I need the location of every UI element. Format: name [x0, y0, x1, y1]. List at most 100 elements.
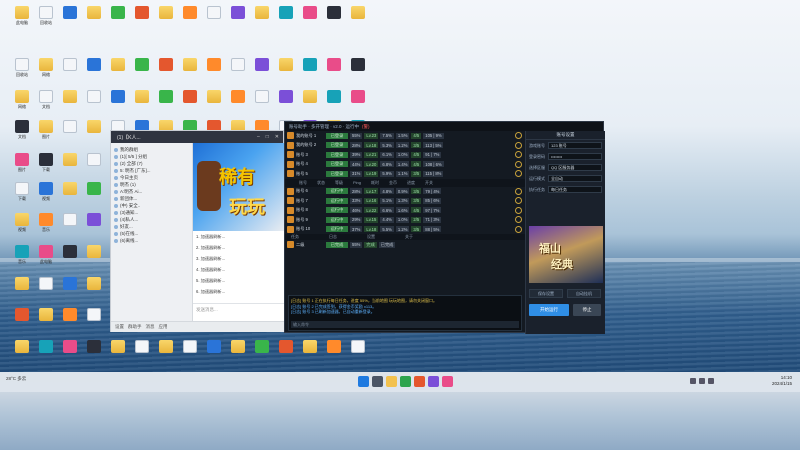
desktop-icon[interactable]: [58, 308, 82, 334]
desktop-icon[interactable]: [130, 90, 154, 116]
desktop-icon[interactable]: [106, 58, 130, 84]
contact-list-item[interactable]: 好友...: [114, 223, 189, 230]
section-tab[interactable]: 设置: [367, 234, 375, 240]
desktop-icon[interactable]: [226, 58, 250, 84]
desktop-icon[interactable]: [250, 340, 274, 366]
desktop-icon[interactable]: [10, 308, 34, 334]
field-input[interactable]: 全自动: [548, 175, 602, 182]
battery-icon[interactable]: [708, 378, 714, 384]
desktop-icon[interactable]: [82, 245, 106, 271]
maximize-icon[interactable]: □: [266, 134, 269, 140]
desktop-icon[interactable]: [298, 90, 322, 116]
chat-toolbar-button[interactable]: 设置: [115, 324, 124, 330]
account-row[interactable]: 账号 4 已登录 44% Lv.20 6.8% 1.4% 4/5 108 | 6%: [285, 160, 525, 170]
volume-icon[interactable]: [699, 378, 705, 384]
account-row[interactable]: 我的账号 2 已登录 28% Lv.18 5.3% 1.2% 3/5 113 | 5%: [285, 141, 525, 151]
desktop-icon[interactable]: [58, 120, 82, 146]
desktop-icon[interactable]: [154, 6, 178, 32]
desktop-icon[interactable]: [250, 58, 274, 84]
clock[interactable]: 14:10 2024/1/15: [772, 375, 792, 387]
contact-list-item[interactable]: 明杰 (1): [114, 181, 189, 188]
account-row[interactable]: 账号 8 运行中 46% Lv.22 6.6% 1.6% 4/5 97 | 7%: [285, 206, 525, 216]
desktop-icon[interactable]: [274, 90, 298, 116]
desktop-icon[interactable]: 视频: [34, 182, 58, 208]
desktop-icon[interactable]: 回收站: [34, 6, 58, 32]
desktop-icon[interactable]: [130, 340, 154, 366]
desktop-icon[interactable]: [178, 90, 202, 116]
desktop-icon[interactable]: [202, 58, 226, 84]
account-row[interactable]: 我的账号 1 已登录 55% Lv.23 7.5% 1.5% 4/5 105 | 9%: [285, 131, 525, 141]
column-header-label[interactable]: 进度: [407, 180, 415, 186]
column-header-label[interactable]: 耗时: [371, 180, 379, 186]
account-row[interactable]: 账号 3 已登录 39% Lv.21 6.1% 1.0% 4/5 91 | 7%: [285, 150, 525, 160]
account-row[interactable]: 账号 5 已登录 31% Lv.19 5.9% 1.1% 3/5 115 | 8%: [285, 169, 525, 179]
desktop-icon[interactable]: 图片: [34, 120, 58, 146]
contact-list-item[interactable]: (6)离线...: [114, 237, 189, 244]
account-row[interactable]: 账号 9 运行中 29% Lv.15 4.4% 1.0% 2/5 71 | 3%: [285, 215, 525, 225]
desktop-icon[interactable]: [34, 277, 58, 303]
desktop-icon[interactable]: 音乐: [34, 213, 58, 239]
desktop-icon[interactable]: [250, 90, 274, 116]
toggle-switch[interactable]: [515, 132, 522, 140]
search-icon[interactable]: [372, 376, 383, 387]
column-header-label[interactable]: 账号: [299, 180, 307, 186]
chat-window[interactable]: (1)【K人... – □ ✕ 我的群组 (1)[ 5/5 ] 分组 (2) 全部 …: [110, 130, 284, 332]
desktop-icon[interactable]: [274, 58, 298, 84]
toggle-switch[interactable]: [515, 160, 522, 168]
save-settings-button[interactable]: 保存设置: [529, 289, 563, 298]
start-button[interactable]: 开始运行: [529, 304, 569, 316]
desktop-icon[interactable]: [346, 90, 370, 116]
desktop-icon[interactable]: [82, 340, 106, 366]
desktop-icon[interactable]: [154, 340, 178, 366]
chat-message[interactable]: 5. 加速器刷新...: [196, 278, 281, 289]
toggle-switch[interactable]: [515, 206, 522, 214]
section-tab[interactable]: 日志: [329, 234, 337, 240]
desktop-icon[interactable]: [82, 6, 106, 32]
desktop-icon[interactable]: [82, 58, 106, 84]
contact-list-item[interactable]: 今日主页: [114, 174, 189, 181]
desktop-icon[interactable]: [202, 6, 226, 32]
desktop-icon[interactable]: [106, 90, 130, 116]
desktop-icon[interactable]: [34, 308, 58, 334]
desktop-icon[interactable]: [346, 6, 370, 32]
ad-banner[interactable]: 稀有 玩玩: [193, 143, 284, 231]
toggle-switch[interactable]: [515, 151, 522, 159]
network-icon[interactable]: [690, 378, 696, 384]
chat-toolbar-button[interactable]: 消息: [146, 324, 155, 330]
desktop-icon[interactable]: [130, 6, 154, 32]
section-tab[interactable]: 任务: [291, 234, 299, 240]
desktop-icon[interactable]: [298, 340, 322, 366]
field-input[interactable]: QQ 区服务器: [548, 164, 602, 171]
desktop-icon[interactable]: 音乐: [10, 245, 34, 271]
desktop-icon[interactable]: [58, 6, 82, 32]
toggle-switch[interactable]: [515, 170, 522, 178]
desktop-icon[interactable]: 网络: [10, 90, 34, 116]
desktop-icon[interactable]: [322, 6, 346, 32]
desktop-icon[interactable]: [82, 308, 106, 334]
chat-message[interactable]: 1. 加速器刷新...: [196, 234, 281, 245]
desktop-icon[interactable]: [298, 58, 322, 84]
desktop-icon[interactable]: [58, 213, 82, 239]
chat-app-icon[interactable]: [414, 376, 425, 387]
account-row[interactable]: 账号 7 运行中 33% Lv.16 5.1% 1.3% 3/5 85 | 6%: [285, 196, 525, 206]
desktop-icon[interactable]: [346, 340, 370, 366]
tool-app-icon[interactable]: [442, 376, 453, 387]
desktop-icon[interactable]: [154, 58, 178, 84]
desktop-icon[interactable]: 下载: [10, 182, 34, 208]
desktop-icon[interactable]: [82, 277, 106, 303]
chat-input[interactable]: 发送消息...: [193, 303, 284, 321]
contact-list-item[interactable]: (3)通知...: [114, 209, 189, 216]
chat-message[interactable]: 6. 加速器刷新...: [196, 289, 281, 300]
toggle-switch[interactable]: [515, 141, 522, 149]
desktop-icon[interactable]: 此电脑: [10, 6, 34, 32]
column-header-label[interactable]: 开关: [425, 180, 433, 186]
desktop-icon[interactable]: 文档: [10, 120, 34, 146]
stop-button[interactable]: 停止: [573, 304, 601, 316]
desktop-icon[interactable]: [154, 90, 178, 116]
desktop-icon[interactable]: [178, 58, 202, 84]
toggle-switch[interactable]: [515, 225, 522, 233]
contact-list-item[interactable]: (4)私人...: [114, 216, 189, 223]
column-header-label[interactable]: 等级: [335, 180, 343, 186]
desktop-icon[interactable]: [58, 153, 82, 179]
desktop-icon[interactable]: 下载: [34, 153, 58, 179]
